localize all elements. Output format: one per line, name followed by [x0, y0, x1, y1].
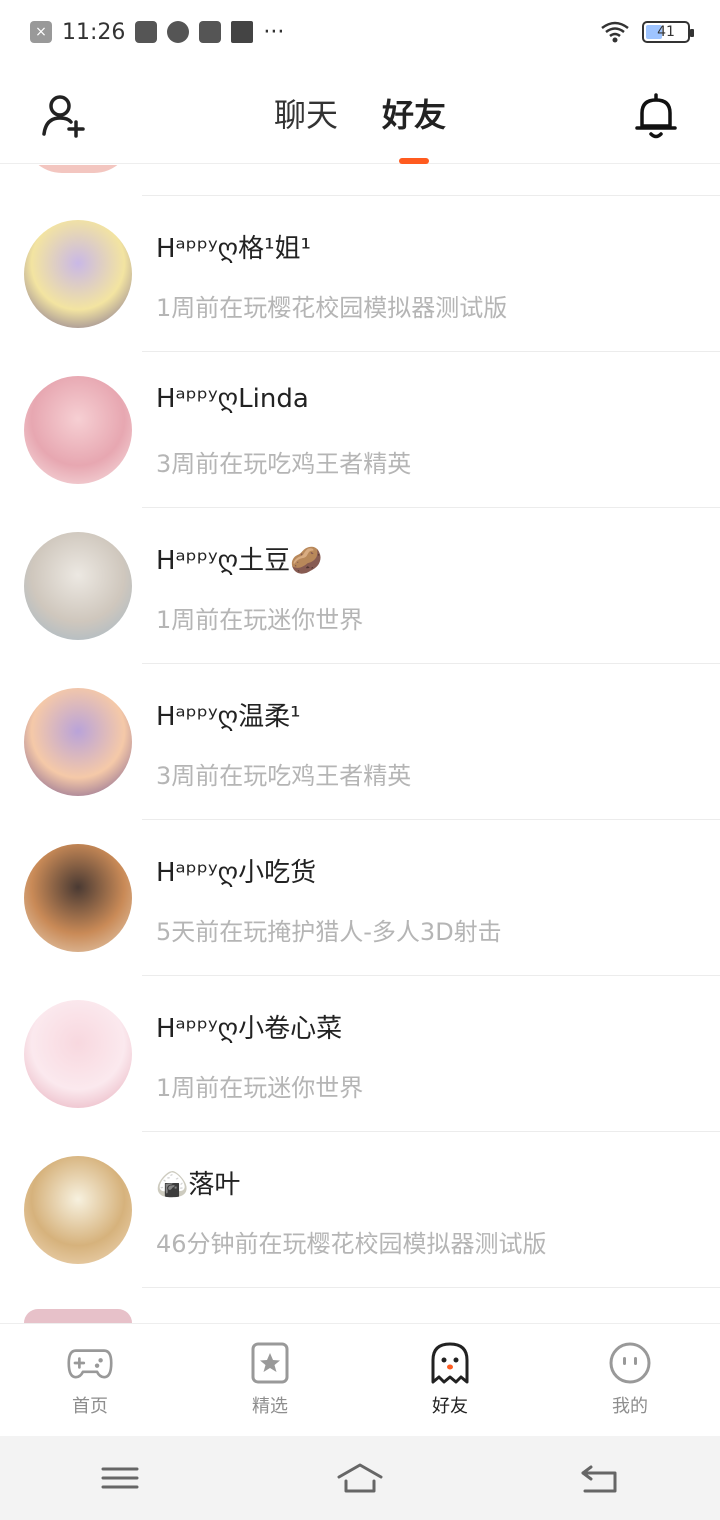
- nav-home[interactable]: 首页: [0, 1324, 180, 1436]
- avatar-partial: [24, 165, 132, 173]
- menu-icon[interactable]: [97, 1461, 143, 1495]
- avatar[interactable]: [24, 220, 132, 328]
- nav-friends-label: 好友: [426, 1392, 474, 1422]
- friend-name: Hᵃᵖᵖʸღ温柔¹: [156, 702, 301, 732]
- friend-list[interactable]: Hᵃᵖᵖʸღ格¹姐¹ 1周前在玩樱花校园模拟器测试版 HᵃᵖᵖʸღLinda 3…: [0, 165, 720, 1323]
- divider: [142, 1287, 720, 1288]
- friend-name: Hᵃᵖᵖʸღ小吃货: [156, 858, 317, 888]
- battery-level: 41: [657, 24, 675, 40]
- friend-status: 1周前在玩迷你世界: [156, 1074, 364, 1102]
- battery-icon: 41: [642, 21, 694, 43]
- nav-friends[interactable]: 好友: [360, 1324, 540, 1436]
- tab-chat-label: 聊天: [273, 96, 338, 134]
- status-left: × 11:26 ···: [30, 20, 284, 45]
- friend-name: HᵃᵖᵖʸღLinda: [156, 384, 309, 414]
- friend-name: Hᵃᵖᵖʸღ土豆🥔: [156, 546, 323, 576]
- friend-item[interactable]: Hᵃᵖᵖʸღ小吃货 5天前在玩掩护猎人-多人3D射击: [0, 820, 720, 976]
- friend-item[interactable]: Hᵃᵖᵖʸღ土豆🥔 1周前在玩迷你世界: [0, 508, 720, 664]
- card-icon: [199, 21, 222, 43]
- avatar[interactable]: [24, 1000, 132, 1108]
- friend-status: 1周前在玩迷你世界: [156, 606, 364, 634]
- face-icon: [609, 1342, 651, 1384]
- avatar[interactable]: [24, 532, 132, 640]
- friend-item[interactable]: HᵃᵖᵖʸღLinda 3周前在玩吃鸡王者精英: [0, 352, 720, 508]
- active-tab-indicator: [399, 158, 429, 164]
- friend-status: 3周前在玩吃鸡王者精英: [156, 450, 412, 478]
- friend-item[interactable]: Hᵃᵖᵖʸღ小卷心菜 1周前在玩迷你世界: [0, 976, 720, 1132]
- tab-friends[interactable]: 好友: [378, 90, 450, 164]
- nav-home-label: 首页: [72, 1396, 108, 1417]
- nav-me[interactable]: 我的: [540, 1324, 720, 1436]
- home-icon[interactable]: [337, 1461, 383, 1495]
- ghost-icon: [431, 1342, 469, 1384]
- friend-status: 46分钟前在玩樱花校园模拟器测试版: [156, 1230, 547, 1258]
- status-time: 11:26: [62, 19, 126, 45]
- top-header: 聊天 好友: [0, 64, 720, 164]
- status-right: 41: [600, 21, 694, 43]
- video-icon: [135, 21, 158, 43]
- friend-name: Hᵃᵖᵖʸღ小卷心菜: [156, 1014, 343, 1044]
- bottom-nav: 首页 精选 好友 我的: [0, 1323, 720, 1436]
- system-nav-bar: [0, 1436, 720, 1520]
- friend-status: 3周前在玩吃鸡王者精英: [156, 762, 412, 790]
- nav-featured[interactable]: 精选: [180, 1324, 360, 1436]
- avatar[interactable]: [24, 1156, 132, 1264]
- nav-featured-label: 精选: [252, 1396, 288, 1417]
- friend-status: 5天前在玩掩护猎人-多人3D射击: [156, 918, 502, 946]
- bell-icon[interactable]: [634, 92, 678, 140]
- tab-chat[interactable]: 聊天: [270, 90, 342, 136]
- friend-name: 🍙落叶: [156, 1170, 241, 1200]
- tab-friends-label: 好友: [382, 96, 447, 134]
- avatar[interactable]: [24, 844, 132, 952]
- avatar-partial: [24, 1309, 132, 1323]
- gamepad-icon: [67, 1349, 113, 1379]
- friend-item[interactable]: Hᵃᵖᵖʸღ温柔¹ 3周前在玩吃鸡王者精英: [0, 664, 720, 820]
- app-notification-icon: [167, 21, 190, 43]
- top-tabs: 聊天 好友: [0, 90, 720, 164]
- avatar[interactable]: [24, 376, 132, 484]
- wifi-icon: [601, 21, 629, 43]
- nav-me-label: 我的: [612, 1396, 648, 1417]
- friend-name: Hᵃᵖᵖʸღ格¹姐¹: [156, 234, 311, 264]
- crown-icon: [231, 21, 254, 43]
- friend-item[interactable]: Hᵃᵖᵖʸღ格¹姐¹ 1周前在玩樱花校园模拟器测试版: [0, 196, 720, 352]
- star-card-icon: [251, 1342, 289, 1384]
- back-icon[interactable]: [577, 1461, 623, 1495]
- more-notifications: ···: [263, 19, 285, 45]
- friend-item[interactable]: 🍙落叶 46分钟前在玩樱花校园模拟器测试版: [0, 1132, 720, 1288]
- avatar[interactable]: [24, 688, 132, 796]
- friend-status: 1周前在玩樱花校园模拟器测试版: [156, 294, 508, 322]
- notification-close-icon: ×: [30, 21, 52, 43]
- status-bar: × 11:26 ··· 41: [0, 0, 720, 64]
